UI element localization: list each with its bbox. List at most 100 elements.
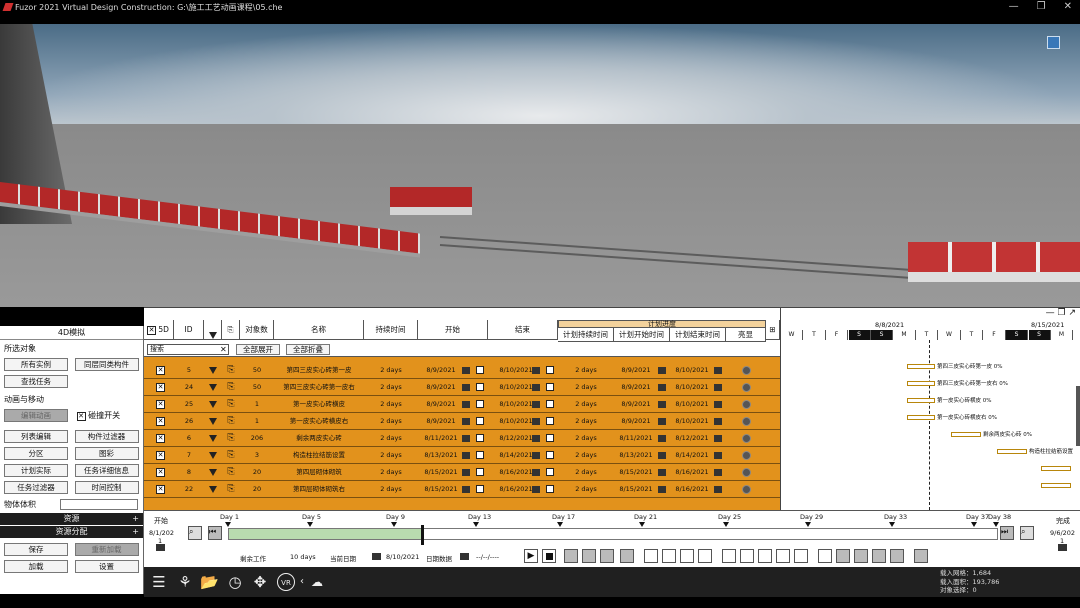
row-start-calendar-icon[interactable]: [462, 469, 470, 476]
task-filter-button[interactable]: 任务过滤器: [4, 481, 68, 494]
row-start-calendar-icon[interactable]: [462, 486, 470, 493]
gantt-bar[interactable]: [907, 364, 935, 369]
task-detail-button[interactable]: 任务详细信息: [74, 464, 139, 477]
calendar-data-icon[interactable]: [460, 553, 469, 560]
row-doc-icon[interactable]: ⎘: [226, 362, 236, 379]
resources-header[interactable]: 资源 +: [0, 513, 143, 525]
all-instances-button[interactable]: 所有实例: [4, 358, 68, 371]
task-row[interactable]: ✕ 26 ⎘ 1 第一皮实心砖横皮右 2 days 8/9/2021 8/10/2021 2 d…: [144, 413, 780, 430]
row-doc-icon[interactable]: ⎘: [226, 447, 236, 464]
task-row[interactable]: ✕ 6 ⎘ 206 剩余两皮实心砖 2 days 8/11/2021 8/12/2021 2 d…: [144, 430, 780, 447]
row-start-checkbox[interactable]: [476, 400, 484, 408]
row-doc-icon[interactable]: ⎘: [226, 396, 236, 413]
tree-icon[interactable]: ⚘: [176, 573, 194, 591]
timeline-playhead[interactable]: [421, 525, 424, 545]
timeline-rewind-icon[interactable]: ⏮: [208, 526, 222, 540]
vr-icon[interactable]: VR: [277, 573, 295, 591]
row-end-checkbox[interactable]: [546, 383, 554, 391]
gantt-restore-icon[interactable]: ❐: [1058, 308, 1066, 318]
row-checkbox[interactable]: ✕: [156, 434, 165, 443]
gantt-popout-icon[interactable]: ↗: [1068, 308, 1076, 318]
folder-icon[interactable]: 📂: [200, 573, 219, 591]
col-header-plan-duration[interactable]: 计划持续时间: [558, 328, 614, 342]
row-end-calendar-icon[interactable]: [532, 384, 540, 391]
row-start-calendar-icon[interactable]: [462, 418, 470, 425]
toolbar-tool-2-icon[interactable]: [582, 549, 596, 563]
list-up-icon[interactable]: [836, 549, 850, 563]
gauge-icon[interactable]: [644, 549, 658, 563]
cloud-icon[interactable]: ☁: [308, 573, 326, 591]
col-header-start[interactable]: 开始: [418, 320, 488, 340]
row-filter-icon[interactable]: [209, 469, 217, 476]
stopwatch-icon[interactable]: [794, 549, 808, 563]
task-row[interactable]: ✕ 22 ⎘ 20 第四层砌体砌筑右 2 days 8/15/2021 8/16/2021 2 …: [144, 481, 780, 498]
row-start-checkbox[interactable]: [476, 417, 484, 425]
same-type-button[interactable]: 同层同类构件: [74, 358, 139, 371]
col-header-duration[interactable]: 持续时间: [364, 320, 418, 340]
minimize-button[interactable]: —: [1009, 0, 1019, 14]
row-plan-end-calendar-icon[interactable]: [714, 418, 722, 425]
row-plan-end-calendar-icon[interactable]: [714, 435, 722, 442]
toolbar-tool-3-icon[interactable]: [600, 549, 614, 563]
save-button[interactable]: 保存: [4, 543, 68, 556]
edit-anim-button[interactable]: 编辑动画: [4, 409, 68, 422]
row-filter-icon[interactable]: [209, 367, 217, 374]
toolbar-tool-4-icon[interactable]: [620, 549, 634, 563]
row-start-calendar-icon[interactable]: [462, 384, 470, 391]
row-filter-icon[interactable]: [209, 435, 217, 442]
volume-field[interactable]: [60, 499, 138, 510]
col-header-count[interactable]: 对象数: [240, 320, 274, 340]
row-end-checkbox[interactable]: [546, 400, 554, 408]
row-checkbox[interactable]: ✕: [156, 417, 165, 426]
row-highlight-icon[interactable]: [742, 400, 751, 409]
row-end-calendar-icon[interactable]: [532, 435, 540, 442]
3d-viewport[interactable]: [0, 24, 1080, 307]
row-plan-end-calendar-icon[interactable]: [714, 469, 722, 476]
col-header-plan-start[interactable]: 计划开始时间: [614, 328, 670, 342]
menu-icon[interactable]: ☰: [150, 573, 168, 591]
timeline-forward-icon[interactable]: ⏭: [1000, 526, 1014, 540]
row-end-calendar-icon[interactable]: [532, 401, 540, 408]
resources-expand-icon[interactable]: +: [132, 513, 139, 525]
row-checkbox[interactable]: ✕: [156, 468, 165, 477]
row-doc-icon[interactable]: ⎘: [226, 430, 236, 447]
calendar-end-icon[interactable]: [1058, 544, 1067, 551]
col-header-filter[interactable]: [204, 320, 222, 340]
row-highlight-icon[interactable]: [742, 468, 751, 477]
row-doc-icon[interactable]: ⎘: [226, 413, 236, 430]
search-clear-icon[interactable]: ✕: [220, 344, 227, 355]
row-start-calendar-icon[interactable]: [462, 367, 470, 374]
color-button[interactable]: 图彩: [74, 447, 139, 460]
row-checkbox[interactable]: ✕: [156, 383, 165, 392]
row-checkbox[interactable]: ✕: [156, 400, 165, 409]
row-start-calendar-icon[interactable]: [462, 401, 470, 408]
col-header-name[interactable]: 名称: [274, 320, 364, 340]
row-start-checkbox[interactable]: [476, 383, 484, 391]
task-row[interactable]: ✕ 5 ⎘ 50 第四三皮实心砖第一皮 2 days 8/9/2021 8/10/2021 2 …: [144, 362, 780, 379]
refresh-icon[interactable]: [662, 549, 676, 563]
calendar-start-icon[interactable]: [156, 544, 165, 551]
find-task-button[interactable]: 查找任务: [4, 375, 68, 388]
task-row[interactable]: ✕ 8 ⎘ 20 第四层砌体砌筑 2 days 8/15/2021 8/16/2021 2 da…: [144, 464, 780, 481]
row-start-calendar-icon[interactable]: [462, 452, 470, 459]
col-header-5d[interactable]: ✕ 5D: [144, 320, 174, 340]
gantt-bar[interactable]: [951, 432, 981, 437]
row-start-checkbox[interactable]: [476, 468, 484, 476]
search-input[interactable]: 搜索: [147, 344, 229, 355]
clock-icon[interactable]: ◷: [226, 573, 244, 591]
cross-icon[interactable]: [698, 549, 712, 563]
task-row[interactable]: ✕ 25 ⎘ 1 第一皮实心砖横皮 2 days 8/9/2021 8/10/2021 2 da…: [144, 396, 780, 413]
row-doc-icon[interactable]: ⎘: [226, 481, 236, 498]
row-highlight-icon[interactable]: [742, 383, 751, 392]
load-button[interactable]: 加载: [4, 560, 68, 573]
col-header-end[interactable]: 结束: [488, 320, 558, 340]
col-header-highlight[interactable]: 亮显: [726, 328, 766, 342]
people-icon[interactable]: [776, 549, 790, 563]
row-highlight-icon[interactable]: [742, 434, 751, 443]
row-highlight-icon[interactable]: [742, 485, 751, 494]
close-button[interactable]: ✕: [1064, 0, 1072, 14]
gantt-minimize-icon[interactable]: —: [1046, 308, 1055, 318]
stop-icon[interactable]: [542, 549, 556, 563]
gantt-bar[interactable]: [907, 415, 935, 420]
row-end-checkbox[interactable]: [546, 468, 554, 476]
